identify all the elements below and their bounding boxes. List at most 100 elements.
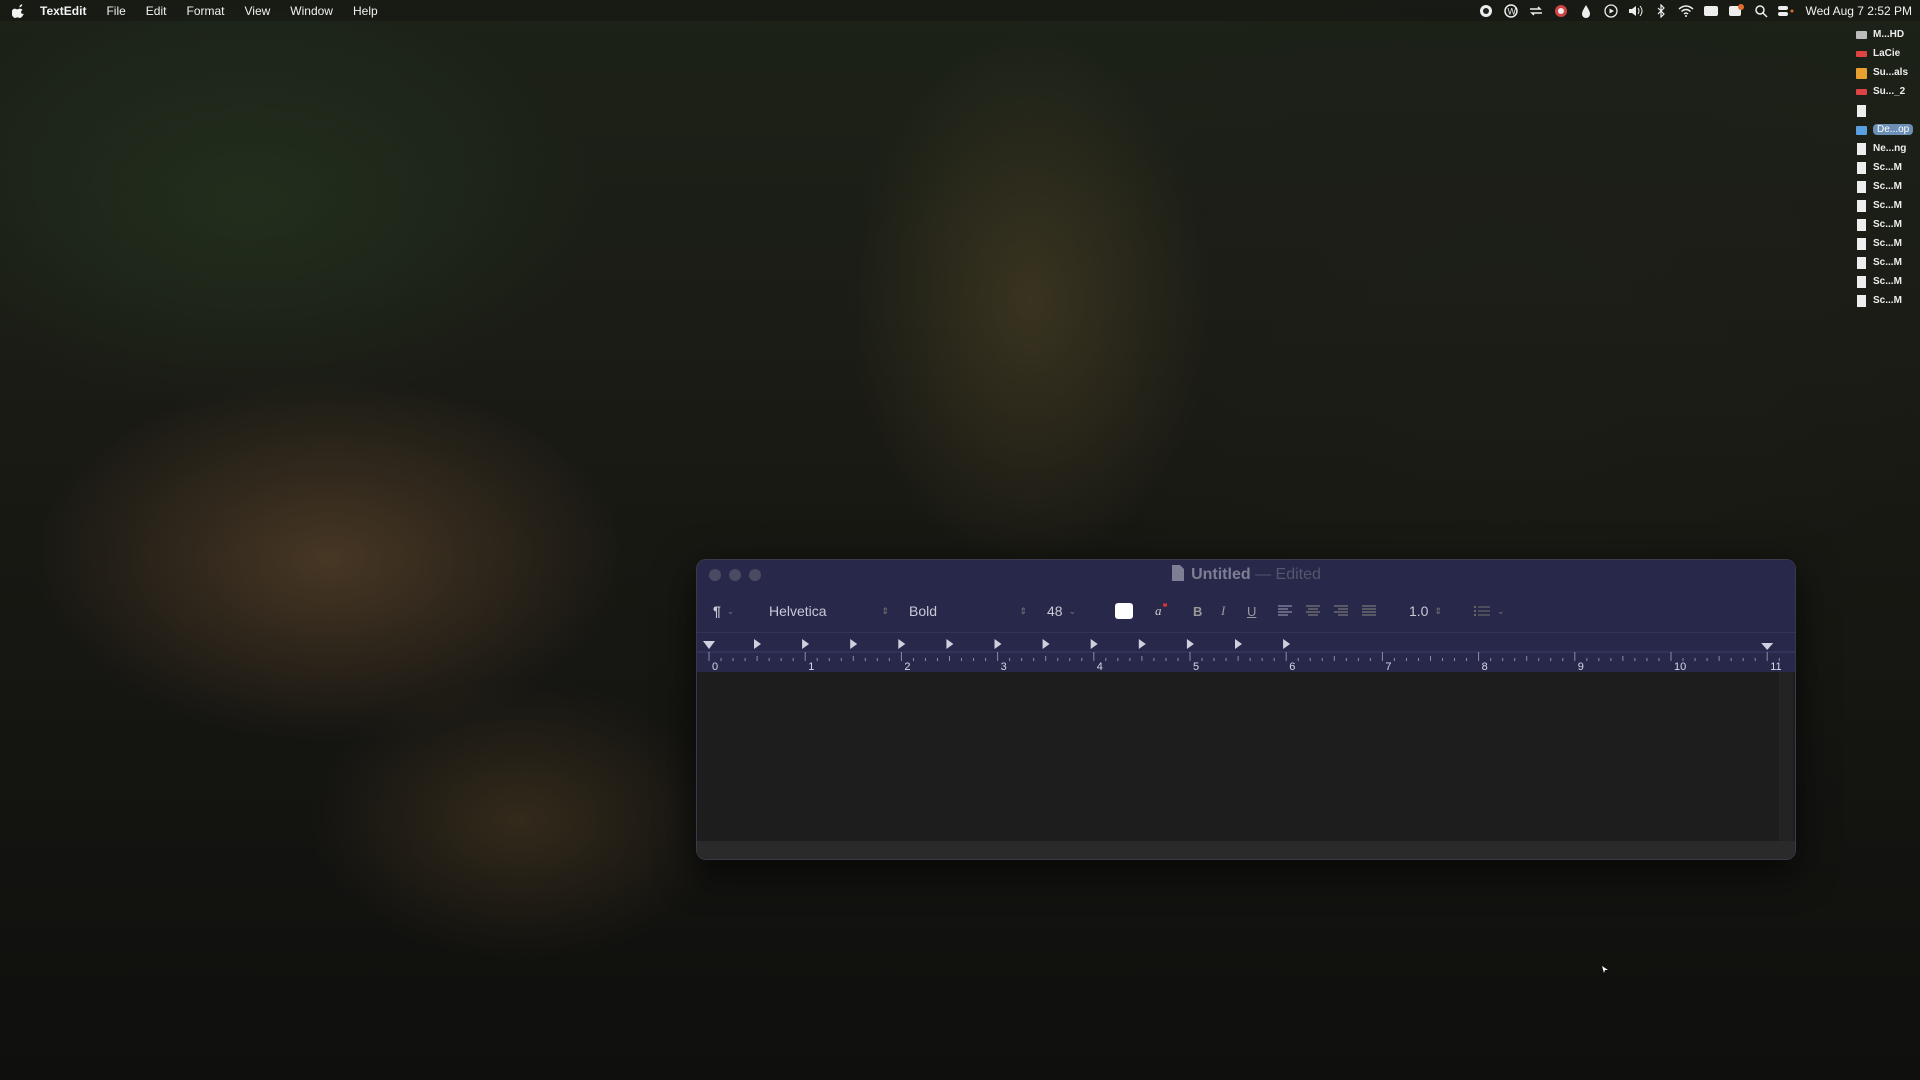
tab-stop [802,639,810,649]
desktop-icon[interactable]: Sc...M [1850,196,1920,215]
italic-button[interactable]: I [1221,603,1225,619]
tab-stop [946,639,954,649]
document-icon [1857,256,1866,269]
align-left-icon [1278,605,1292,616]
document-name: Untitled [1191,566,1251,583]
updown-icon: ⇕ [881,605,889,616]
list-style-popup[interactable]: ⌄ [1473,605,1505,617]
vertical-scrollbar[interactable] [1779,672,1793,841]
desktop-icon[interactable]: Sc...M [1850,215,1920,234]
notification-icon[interactable] [1725,3,1747,19]
apple-logo-icon[interactable] [12,3,26,18]
font-style-popup[interactable]: Bold ⇕ [909,603,1027,619]
chevron-down-icon: ⌄ [1497,605,1505,616]
align-left-button[interactable] [1277,605,1293,617]
menu-bar: TextEdit File Edit Format View Window He… [0,0,1920,21]
horizontal-scrollbar[interactable] [697,841,1795,859]
desktop-icon-label: M...HD [1873,29,1905,40]
desktop-icon-label: Sc...M [1873,200,1902,211]
keyboard-icon[interactable] [1700,3,1722,19]
spotlight-search-icon[interactable] [1750,3,1772,19]
chevron-down-icon: ⌄ [1068,605,1077,616]
status-area: W Wed Aug 7 2:52 PM [1472,0,1912,21]
bold-button[interactable]: B [1193,604,1202,619]
document-icon [1857,237,1866,250]
menu-view[interactable]: View [245,4,271,18]
document-icon [1857,104,1866,117]
bluetooth-icon[interactable] [1650,3,1672,19]
window-title: Untitled — Edited [697,565,1795,584]
svg-text:a: a [1155,603,1162,618]
textedit-window: Untitled — Edited ¶ ⌄ Helvetica ⇕ Bold ⇕… [696,559,1796,860]
desktop-icon[interactable]: Su...als [1850,63,1920,82]
desktop-icon[interactable]: De...op [1850,120,1920,139]
line-spacing-popup[interactable]: 1.0 ⇕ [1409,603,1442,619]
desktop-icon[interactable] [1850,101,1920,120]
paragraph-icon: ¶ [713,603,721,619]
highlight-color-button[interactable]: a [1153,603,1169,619]
font-style-value: Bold [909,603,938,619]
ruler[interactable]: 0 1 2 3 4 5 6 7 8 9 10 11 [697,632,1795,673]
align-center-icon [1306,605,1320,616]
record-icon[interactable] [1475,3,1497,19]
external-drive-icon [1856,88,1867,95]
desktop-icon[interactable]: Ne...ng [1850,139,1920,158]
underline-button[interactable]: U [1247,604,1256,619]
line-spacing-value: 1.0 [1409,603,1429,619]
document-icon [1857,218,1866,231]
desktop-icon[interactable]: Sc...M [1850,291,1920,310]
external-drive-icon [1856,50,1867,57]
desktop-icon[interactable]: Sc...M [1850,253,1920,272]
title-separator: — [1255,566,1272,583]
justify-button[interactable] [1361,605,1377,617]
folder-icon [1856,67,1867,79]
desktop-icon-label: Sc...M [1873,162,1902,173]
document-text-area[interactable] [697,672,1795,859]
font-size-field[interactable]: 48 ⌄ [1047,603,1076,619]
desktop-icon[interactable]: Sc...M [1850,272,1920,291]
drop-icon[interactable] [1575,3,1597,19]
desktop-icon-label: Sc...M [1873,295,1902,306]
control-center-icon[interactable] [1775,3,1797,19]
desktop-icon[interactable]: Su..._2 [1850,82,1920,101]
menu-help[interactable]: Help [353,4,378,18]
desktop-icon-label: Sc...M [1873,276,1902,287]
menu-textedit[interactable]: TextEdit [40,4,86,18]
document-icon [1857,180,1866,193]
svg-text:W: W [1508,6,1517,16]
cloud-icon[interactable] [1550,3,1572,19]
desktop-icon-label: Sc...M [1873,257,1902,268]
desktop-icon[interactable]: LaCie [1850,44,1920,63]
wifi-icon[interactable] [1675,3,1697,19]
align-center-button[interactable] [1305,605,1321,617]
desktop-icon[interactable]: Sc...M [1850,177,1920,196]
ruler-scale: 0 1 2 3 4 5 6 7 8 9 10 11 [697,639,1795,673]
desktop-icon-label: Ne...ng [1873,143,1907,154]
left-margin-marker [703,641,715,649]
menu-edit[interactable]: Edit [146,4,167,18]
justify-icon [1362,605,1376,616]
text-color-well[interactable] [1115,603,1133,619]
menu-window[interactable]: Window [290,4,333,18]
updown-icon: ⇕ [1019,605,1027,616]
align-right-button[interactable] [1333,605,1349,617]
document-icon [1857,199,1866,212]
wordpress-icon[interactable]: W [1500,3,1522,19]
tab-stop [1186,639,1194,649]
menu-format[interactable]: Format [186,4,224,18]
title-bar[interactable]: Untitled — Edited ¶ ⌄ Helvetica ⇕ Bold ⇕… [697,560,1795,632]
play-icon[interactable] [1600,3,1622,19]
volume-icon[interactable] [1625,3,1647,19]
tab-stop [1235,639,1242,649]
desktop-icon[interactable]: M...HD [1850,25,1920,44]
menu-clock[interactable]: Wed Aug 7 2:52 PM [1805,4,1912,18]
sync-icon[interactable] [1525,3,1547,19]
desktop-icon[interactable]: Sc...M [1850,234,1920,253]
paragraph-style-popup[interactable]: ¶ ⌄ [713,603,734,619]
desktop-icon-label: De...op [1873,124,1914,135]
desktop-icon[interactable]: Sc...M [1850,158,1920,177]
document-icon [1857,142,1866,155]
font-family-popup[interactable]: Helvetica ⇕ [769,603,889,619]
folder-icon [1856,125,1867,135]
menu-file[interactable]: File [106,4,125,18]
